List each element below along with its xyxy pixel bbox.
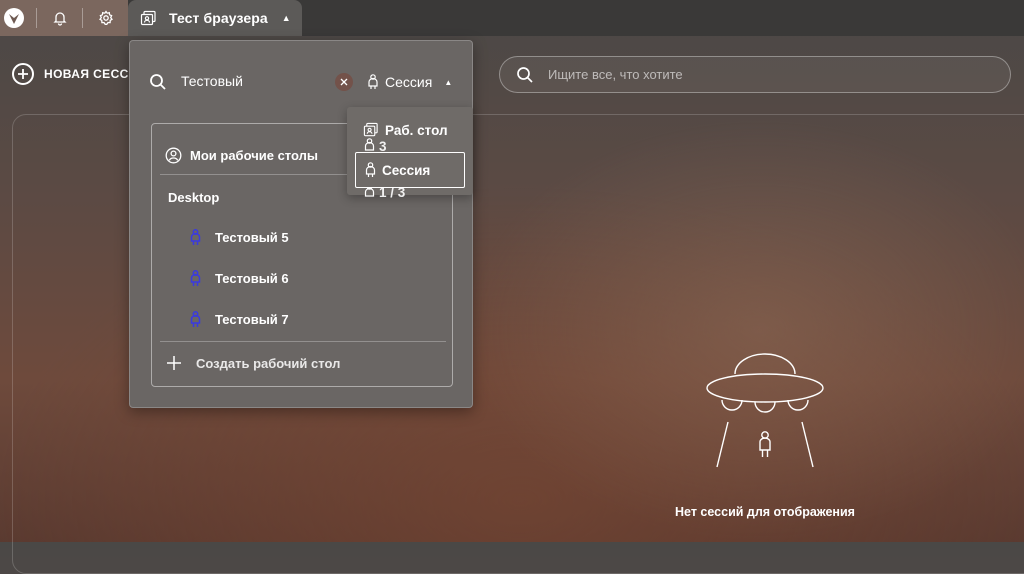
- person-icon: [190, 269, 201, 287]
- divider: [160, 341, 446, 342]
- empty-state-message: Нет сессий для отображения: [675, 505, 855, 519]
- person-icon: [190, 228, 201, 246]
- session-label: Тестовый 7: [215, 311, 289, 327]
- plus-circle-icon: [12, 63, 34, 85]
- create-desktop-label: Создать рабочий стол: [196, 355, 341, 371]
- mode-option-label: Сессия: [382, 162, 431, 178]
- ufo-icon: [700, 350, 830, 472]
- global-search-input[interactable]: Ищите все, что хотите: [499, 56, 1011, 93]
- gear-icon[interactable]: [96, 8, 116, 28]
- search-mode-select[interactable]: Сессия ▲: [367, 71, 452, 93]
- person-icon: [367, 74, 379, 90]
- session-label: Тестовый 6: [215, 270, 289, 286]
- search-mode-label: Сессия: [385, 74, 433, 90]
- app-logo-icon[interactable]: [4, 8, 24, 28]
- person-icon: [365, 162, 376, 178]
- search-placeholder: Ищите все, что хотите: [548, 67, 683, 82]
- desktop-sessions-icon: [140, 10, 157, 27]
- mode-option-label: Раб. стол: [385, 122, 448, 138]
- person-icon: [190, 310, 201, 328]
- my-desktops-label: Мои рабочие столы: [190, 147, 318, 163]
- divider: [82, 8, 83, 28]
- session-label: Тестовый 5: [215, 229, 289, 245]
- search-icon: [516, 66, 534, 84]
- new-session-label: НОВАЯ СЕСС: [44, 67, 129, 81]
- search-icon[interactable]: [149, 73, 167, 91]
- desktop-search-dropdown: Тестовый Сессия ▲ Мои рабочие столы Desk…: [129, 40, 473, 408]
- divider: [36, 8, 37, 28]
- new-session-button[interactable]: НОВАЯ СЕСС: [12, 62, 129, 86]
- desktop-sessions-icon: [363, 122, 379, 138]
- bell-icon[interactable]: [50, 8, 70, 28]
- tab-title: Тест браузера: [169, 10, 268, 26]
- top-bar-left-panel: [0, 0, 128, 36]
- session-item[interactable]: Тестовый 5: [190, 226, 490, 248]
- chevron-up-icon[interactable]: ▲: [282, 13, 291, 23]
- chevron-up-icon: ▲: [444, 77, 453, 87]
- tab-browser-test[interactable]: Тест браузера ▲: [128, 0, 302, 36]
- user-circle-icon: [165, 147, 182, 164]
- mode-option-desktop[interactable]: Раб. стол: [363, 122, 448, 138]
- mode-option-session[interactable]: Сессия: [355, 152, 465, 188]
- plus-icon: [166, 355, 182, 371]
- create-desktop-button[interactable]: Создать рабочий стол: [166, 353, 466, 373]
- dropdown-search-bar: Тестовый Сессия ▲: [130, 67, 474, 95]
- close-icon[interactable]: [335, 73, 353, 91]
- session-item[interactable]: Тестовый 7: [190, 308, 490, 330]
- session-item[interactable]: Тестовый 6: [190, 267, 490, 289]
- dropdown-search-input[interactable]: Тестовый: [181, 73, 331, 91]
- top-bar: Тест браузера ▲: [0, 0, 1024, 36]
